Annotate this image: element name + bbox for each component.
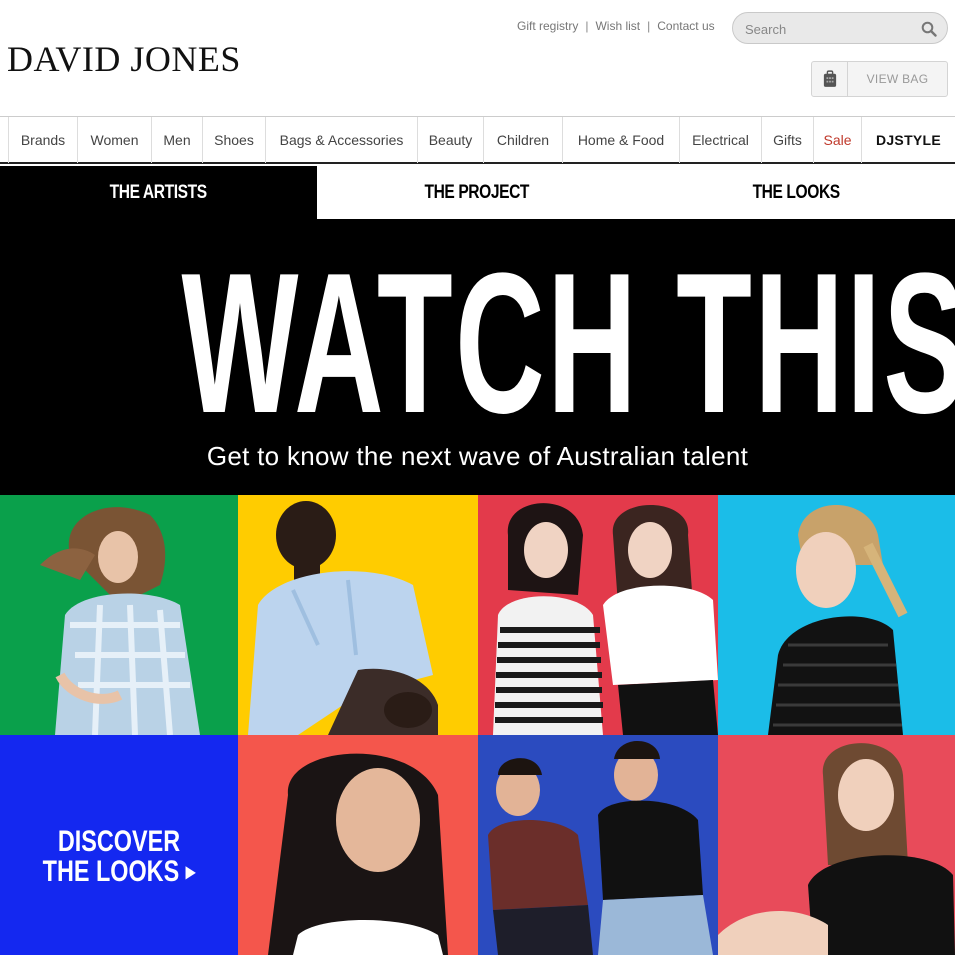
nav-item-children[interactable]: Children xyxy=(483,117,562,163)
artist-photo xyxy=(768,505,908,735)
wish-list-link[interactable]: Wish list xyxy=(595,19,640,33)
nav-item-brands[interactable]: Brands xyxy=(8,117,77,163)
nav-item-electrical[interactable]: Electrical xyxy=(679,117,761,163)
contact-us-link[interactable]: Contact us xyxy=(657,19,714,33)
shopping-bag-icon xyxy=(823,70,836,87)
search-input[interactable] xyxy=(745,19,915,39)
artist-tile[interactable] xyxy=(0,495,238,735)
tab-the-looks[interactable]: THE LOOKS xyxy=(637,166,955,219)
nav-item-sale[interactable]: Sale xyxy=(813,117,861,163)
nav-item-women[interactable]: Women xyxy=(77,117,151,163)
artist-photo xyxy=(40,507,200,735)
artist-tile[interactable] xyxy=(478,735,718,955)
nav-item-home-food[interactable]: Home & Food xyxy=(562,117,679,163)
promo-line-1: DISCOVER xyxy=(57,825,181,858)
artist-photo xyxy=(488,741,713,955)
site-header: DAVID JONES Gift registry | Wish list | … xyxy=(0,0,955,116)
david-jones-logo[interactable]: DAVID JONES xyxy=(7,38,241,80)
discover-the-looks-text: DISCOVER THE LOOKS ▶ xyxy=(0,827,238,888)
tab-label: THE ARTISTS xyxy=(109,181,208,203)
view-bag-label: VIEW BAG xyxy=(866,72,929,86)
promo-line-2: THE LOOKS ▶ xyxy=(26,857,212,888)
arrow-right-icon: ▶ xyxy=(185,864,196,882)
utility-links: Gift registry | Wish list | Contact us xyxy=(517,19,715,33)
hero-banner: WATCH THIS SPACE Get to know the next wa… xyxy=(0,219,955,495)
artist-tile[interactable] xyxy=(238,495,478,735)
hero-subtitle: Get to know the next wave of Australian … xyxy=(206,441,749,471)
tab-label: THE LOOKS xyxy=(752,181,840,203)
bag-icon-container xyxy=(812,62,848,96)
artist-grid: DISCOVER THE LOOKS ▶ xyxy=(0,495,955,955)
artist-photo xyxy=(268,753,448,955)
view-bag-button[interactable]: VIEW BAG xyxy=(811,61,948,97)
nav-item-bags-accessories[interactable]: Bags & Accessories xyxy=(265,117,417,163)
tab-the-artists[interactable]: THE ARTISTS xyxy=(0,166,317,219)
search-icon[interactable] xyxy=(921,21,937,37)
nav-item-djstyle[interactable]: DJSTYLE xyxy=(861,117,955,163)
artist-photo xyxy=(718,743,955,955)
artist-tile[interactable] xyxy=(718,495,955,735)
nav-item-beauty[interactable]: Beauty xyxy=(417,117,483,163)
discover-the-looks-promo[interactable]: DISCOVER THE LOOKS ▶ xyxy=(0,735,238,955)
gift-registry-link[interactable]: Gift registry xyxy=(517,19,578,33)
search-box xyxy=(732,12,948,44)
nav-item-shoes[interactable]: Shoes xyxy=(202,117,265,163)
artist-tile[interactable] xyxy=(478,495,718,735)
artist-photo xyxy=(493,503,718,735)
artist-tile[interactable] xyxy=(238,735,478,955)
artist-tile[interactable] xyxy=(718,735,955,955)
artist-photo xyxy=(248,501,438,735)
hero-title: WATCH THIS SPACE xyxy=(181,232,955,455)
nav-item-men[interactable]: Men xyxy=(151,117,202,163)
tab-the-project[interactable]: THE PROJECT xyxy=(317,166,637,219)
divider: | xyxy=(647,19,651,33)
nav-item-gifts[interactable]: Gifts xyxy=(761,117,813,163)
tab-label: THE PROJECT xyxy=(424,181,530,203)
main-nav: Brands Women Men Shoes Bags & Accessorie… xyxy=(0,116,955,164)
promo-line-2-text: THE LOOKS xyxy=(42,855,180,888)
divider: | xyxy=(585,19,589,33)
campaign-tabs: THE ARTISTS THE PROJECT THE LOOKS xyxy=(0,166,955,219)
